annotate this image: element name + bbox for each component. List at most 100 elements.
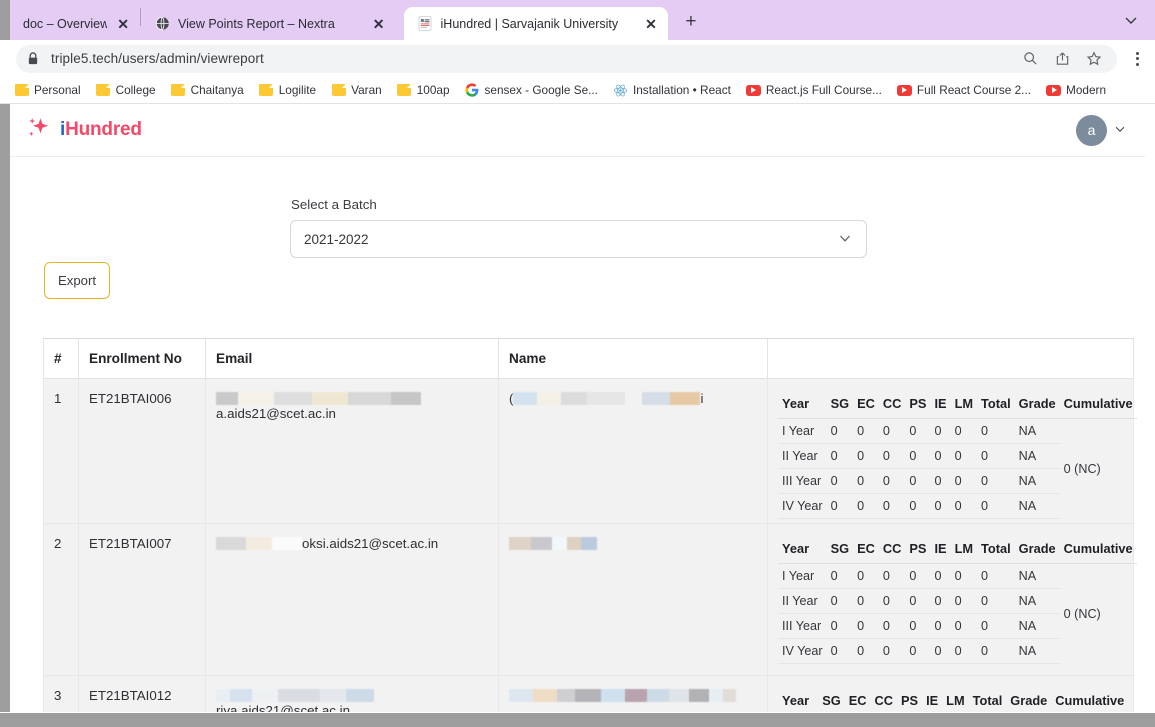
table-row[interactable]: 1 ET21BTAI006 a.aids21@scet.ac.in (i Yea… xyxy=(43,378,1137,524)
address-bar[interactable]: triple5.tech/users/admin/viewreport xyxy=(16,44,1117,73)
bookmark-item[interactable]: Chaitanya xyxy=(165,81,250,100)
folder-icon xyxy=(331,83,346,98)
sc-ec: 0 xyxy=(853,588,879,614)
sc-total: 0 xyxy=(977,613,1015,639)
omnibox-actions xyxy=(1019,48,1107,70)
search-icon[interactable] xyxy=(1019,48,1041,70)
scores-header-row: Year SG EC CC PS IE LM Total Grade Cumul… xyxy=(778,391,1137,419)
sc-ie: 0 xyxy=(930,613,951,639)
sc-col-year: Year xyxy=(778,391,827,419)
sc-col-ie: IE xyxy=(930,536,951,564)
bookmark-item[interactable]: Varan xyxy=(325,81,388,100)
sc-col-year: Year xyxy=(778,688,819,712)
sc-col-cumulative: Cumulative xyxy=(1059,391,1137,419)
sc-ec: 0 xyxy=(853,493,879,519)
redacted-text xyxy=(642,392,701,405)
sc-col-lm: LM xyxy=(950,391,978,419)
bookmark-item[interactable]: Full React Course 2... xyxy=(891,81,1037,100)
bookmark-label: Chaitanya xyxy=(190,83,244,97)
col-email: Email xyxy=(205,338,499,379)
sc-lm: 0 xyxy=(950,468,978,494)
folder-icon xyxy=(14,83,29,98)
redacted-text xyxy=(509,537,597,550)
bookmark-star-icon[interactable] xyxy=(1083,48,1105,70)
sc-ie: 0 xyxy=(930,443,951,469)
page-content: iHundred a Select a Batch 2021-2022 Expo… xyxy=(10,104,1145,712)
batch-label: Select a Batch xyxy=(291,197,377,212)
tab-close-icon[interactable]: ✕ xyxy=(371,17,387,31)
sc-col-ps: PS xyxy=(905,391,931,419)
tab-1[interactable]: View Points Report – Nextra ✕ xyxy=(141,7,396,40)
bookmark-item[interactable]: Personal xyxy=(8,81,87,100)
tab-0[interactable]: doc – Overview - Verc ✕ xyxy=(10,7,140,40)
header-user-menu[interactable]: a xyxy=(1076,114,1127,146)
browser-toolbar: triple5.tech/users/admin/viewreport xyxy=(0,40,1155,77)
share-icon[interactable] xyxy=(1051,48,1073,70)
sc-col-cumulative: Cumulative xyxy=(1051,688,1129,712)
sc-cc: 0 xyxy=(878,638,906,664)
avatar[interactable]: a xyxy=(1076,114,1107,146)
chevron-down-icon[interactable] xyxy=(1113,122,1127,139)
redacted-text xyxy=(513,392,626,405)
scores-table: Year SG EC CC PS IE LM Total Grade Cumul… xyxy=(778,688,1129,712)
tab-strip-actions xyxy=(1123,0,1155,40)
youtube-icon xyxy=(896,83,912,98)
tab-2[interactable]: iHundred | Sarvajanik University ✕ xyxy=(403,7,668,40)
sc-total: 0 xyxy=(977,468,1015,494)
folder-icon xyxy=(171,83,186,98)
sc-lm: 0 xyxy=(950,443,978,469)
table-row[interactable]: 2 ET21BTAI007 oksi.aids21@scet.ac.in Yea… xyxy=(43,523,1137,676)
cell-index: 2 xyxy=(43,523,79,676)
react-icon xyxy=(613,83,628,98)
sc-year: III Year xyxy=(778,468,827,494)
sc-cc: 0 xyxy=(878,443,906,469)
scores-row: I Year 0 0 0 0 0 0 0 NA 0 (NC) xyxy=(778,563,1137,621)
new-tab-button[interactable]: + xyxy=(674,7,708,37)
bookmark-item[interactable]: Logilite xyxy=(253,81,322,100)
kebab-menu-icon[interactable] xyxy=(1127,48,1147,70)
sc-grade: NA xyxy=(1014,468,1060,494)
sc-total: 0 xyxy=(977,493,1015,519)
bookmark-item[interactable]: 100ap xyxy=(391,81,456,100)
sc-col-cc: CC xyxy=(878,391,906,419)
tab-close-icon[interactable]: ✕ xyxy=(643,17,659,31)
tab-list-chevron-down-icon[interactable] xyxy=(1123,12,1139,28)
tab-title: doc – Overview - Verc xyxy=(23,16,108,31)
sc-col-ec: EC xyxy=(844,688,871,712)
bookmark-label: Modern xyxy=(1066,83,1107,97)
brand-logo[interactable]: iHundred xyxy=(26,115,142,146)
sc-year: I Year xyxy=(778,418,827,444)
browser-window: doc – Overview - Verc ✕ View Points Repo… xyxy=(0,0,1155,713)
scores-header: Year SG EC CC PS IE LM Total Grade Cumul… xyxy=(778,391,1137,419)
batch-select[interactable]: 2021-2022 xyxy=(290,220,867,258)
bookmark-item[interactable]: Installation • React xyxy=(607,81,737,100)
cell-name-suffix: i xyxy=(700,391,704,406)
bookmark-item[interactable]: Modern xyxy=(1040,81,1112,100)
sc-ec: 0 xyxy=(853,638,879,664)
bookmark-item[interactable]: College xyxy=(90,81,162,100)
sc-col-ie: IE xyxy=(922,688,943,712)
table-row[interactable]: 3 ET21BTAI012 riya.aids21@scet.ac.in Yea… xyxy=(43,675,1134,712)
bookmark-item[interactable]: React.js Full Course... xyxy=(740,81,888,100)
bookmark-label: Logilite xyxy=(278,83,317,97)
bookmark-label: React.js Full Course... xyxy=(765,83,882,97)
bookmark-label: Varan xyxy=(351,83,382,97)
sc-total: 0 xyxy=(977,588,1015,614)
sc-ie: 0 xyxy=(930,418,951,444)
sc-sg: 0 xyxy=(826,638,854,664)
sc-lm: 0 xyxy=(950,613,978,639)
sc-ie: 0 xyxy=(930,493,951,519)
redacted-text xyxy=(216,689,374,702)
sc-col-ps: PS xyxy=(896,688,923,712)
sc-col-ps: PS xyxy=(905,536,931,564)
tab-close-icon[interactable]: ✕ xyxy=(115,17,131,31)
sc-ec: 0 xyxy=(853,418,879,444)
folder-icon xyxy=(96,83,111,98)
sc-cumulative: 0 (NC) xyxy=(1063,606,1101,621)
export-button[interactable]: Export xyxy=(44,262,110,299)
sc-ps: 0 xyxy=(905,588,931,614)
sc-sg: 0 xyxy=(826,613,854,639)
bookmark-item[interactable]: sensex - Google Se... xyxy=(459,81,604,100)
cell-scores: Year SG EC CC PS IE LM Total Grade Cumul… xyxy=(767,378,1137,524)
sc-col-lm: LM xyxy=(950,536,978,564)
